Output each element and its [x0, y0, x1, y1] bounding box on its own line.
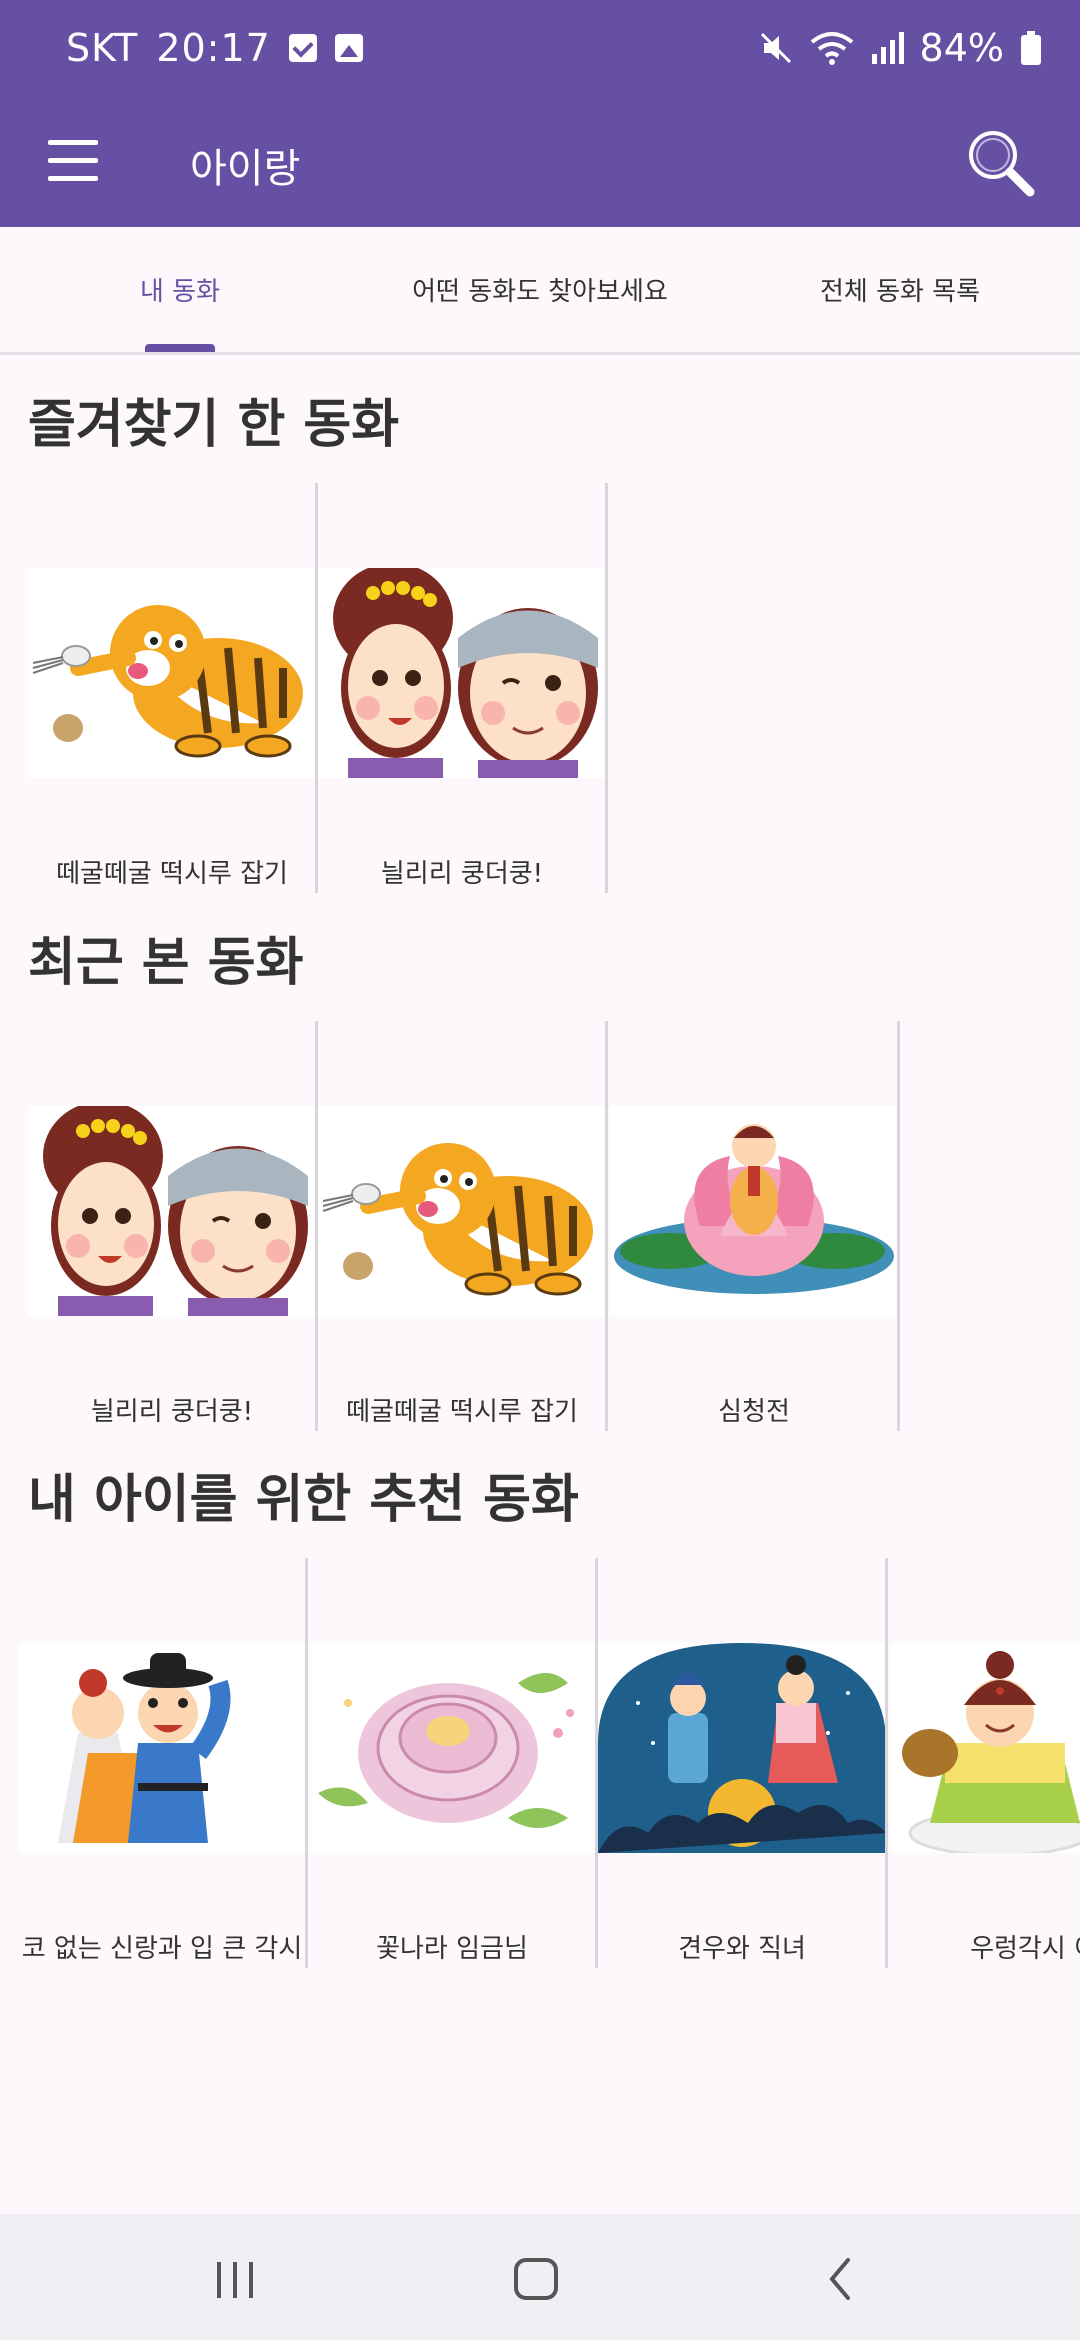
- card-divider: [885, 1558, 888, 1968]
- system-nav-bar: [0, 2214, 1080, 2340]
- story-thumbnail: [890, 1643, 1080, 1853]
- search-icon: [969, 131, 1035, 197]
- app-bar: 아이랑: [0, 100, 1080, 227]
- story-thumbnail: [318, 568, 606, 778]
- app-title: 아이랑: [190, 146, 301, 192]
- recent-apps-button[interactable]: [195, 2244, 275, 2314]
- status-right: 84%: [758, 26, 1042, 70]
- menu-button[interactable]: [46, 134, 100, 188]
- back-icon: [829, 2258, 850, 2300]
- story-title: 심청전: [718, 1397, 790, 1427]
- story-card[interactable]: 견우와 직녀: [598, 1558, 888, 1968]
- story-card[interactable]: 우렁각시 이: [890, 1558, 1080, 1968]
- recommended-title: 내 아이를 위한 추천 동화: [28, 1470, 579, 1530]
- story-thumbnail: [598, 1643, 886, 1853]
- story-card[interactable]: 떼굴떼굴 떡시루 잡기: [28, 483, 318, 893]
- card-divider: [605, 483, 608, 893]
- signal-icon: [871, 32, 904, 64]
- story-card[interactable]: 꽃나라 임금님: [308, 1558, 598, 1968]
- card-divider: [897, 1021, 900, 1431]
- status-bar: SKT 20:17 84%: [0, 0, 1080, 100]
- home-button[interactable]: [496, 2244, 576, 2314]
- favorites-row: 떼굴떼굴 떡시루 잡기 늴리리 쿵더쿵!: [0, 483, 1080, 893]
- carrier: SKT: [66, 26, 139, 70]
- image-notification-icon: [334, 34, 363, 62]
- story-title: 떼굴떼굴 떡시루 잡기: [56, 859, 288, 889]
- favorites-title: 즐겨찾기 한 동화: [28, 395, 400, 455]
- story-title: 견우와 직녀: [678, 1934, 806, 1964]
- story-card[interactable]: 늴리리 쿵더쿵!: [318, 483, 608, 893]
- story-thumbnail: [610, 1106, 898, 1316]
- clock: 20:17: [156, 26, 271, 70]
- tab-search-stories[interactable]: 어떤 동화도 찾아보세요: [340, 227, 740, 352]
- mute-icon: [760, 32, 791, 64]
- home-icon: [514, 2258, 558, 2300]
- story-title: 꽃나라 임금님: [376, 1934, 528, 1964]
- story-title: 늴리리 쿵더쿵!: [90, 1397, 254, 1427]
- story-title: 우렁각시 이: [970, 1934, 1080, 1964]
- recommended-row: 코 없는 신랑과 입 큰 각시 꽃나라 임금님 견우와 직녀 우렁각시 이: [0, 1558, 1080, 1968]
- story-thumbnail: [28, 1106, 316, 1316]
- menu-icon-line: [48, 176, 98, 181]
- story-title: 코 없는 신랑과 입 큰 각시: [21, 1934, 303, 1964]
- battery-percent: 84%: [919, 26, 1004, 70]
- wifi-icon: [810, 32, 853, 65]
- search-button[interactable]: [960, 122, 1040, 202]
- story-thumbnail: [28, 568, 316, 778]
- story-card[interactable]: 심청전: [610, 1021, 900, 1431]
- story-title: 늴리리 쿵더쿵!: [380, 859, 544, 889]
- story-thumbnail: [308, 1643, 596, 1853]
- battery-icon: [1021, 31, 1041, 65]
- tab-indicator: [145, 344, 215, 352]
- card-divider: [605, 1021, 608, 1431]
- tab-bar: 내 동화 어떤 동화도 찾아보세요 전체 동화 목록: [0, 227, 1080, 355]
- recent-title: 최근 본 동화: [28, 933, 304, 993]
- tab-all-stories[interactable]: 전체 동화 목록: [770, 227, 1030, 352]
- story-thumbnail: [318, 1106, 606, 1316]
- story-card[interactable]: 떼굴떼굴 떡시루 잡기: [318, 1021, 608, 1431]
- menu-icon-line: [48, 158, 98, 163]
- recent-apps-icon: [217, 2262, 253, 2298]
- status-left: SKT 20:17: [66, 26, 363, 70]
- back-button[interactable]: [800, 2244, 880, 2314]
- story-card[interactable]: 코 없는 신랑과 입 큰 각시: [18, 1558, 308, 1968]
- story-card[interactable]: 늴리리 쿵더쿵!: [28, 1021, 318, 1431]
- story-title: 떼굴떼굴 떡시루 잡기: [346, 1397, 578, 1427]
- checkbox-notification-icon: [288, 34, 317, 62]
- tab-my-stories[interactable]: 내 동화: [60, 227, 300, 352]
- menu-icon: [48, 140, 98, 145]
- top-bar: SKT 20:17 84% 아이랑: [0, 0, 1080, 227]
- story-thumbnail: [18, 1643, 306, 1853]
- recent-row: 늴리리 쿵더쿵! 떼굴떼굴 떡시루 잡기 심청전: [0, 1021, 1080, 1431]
